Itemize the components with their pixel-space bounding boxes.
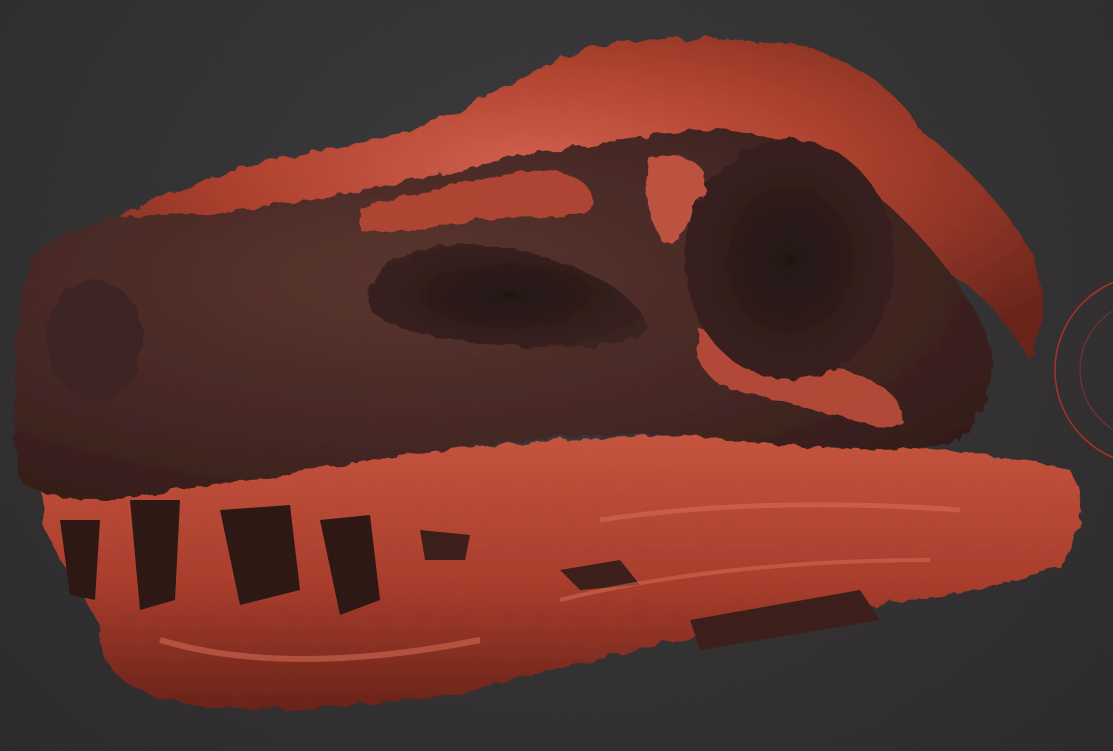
- surface-grain: [0, 0, 1113, 751]
- 3d-viewport[interactable]: [0, 0, 1113, 751]
- sculpt-model-skull[interactable]: [0, 0, 1113, 751]
